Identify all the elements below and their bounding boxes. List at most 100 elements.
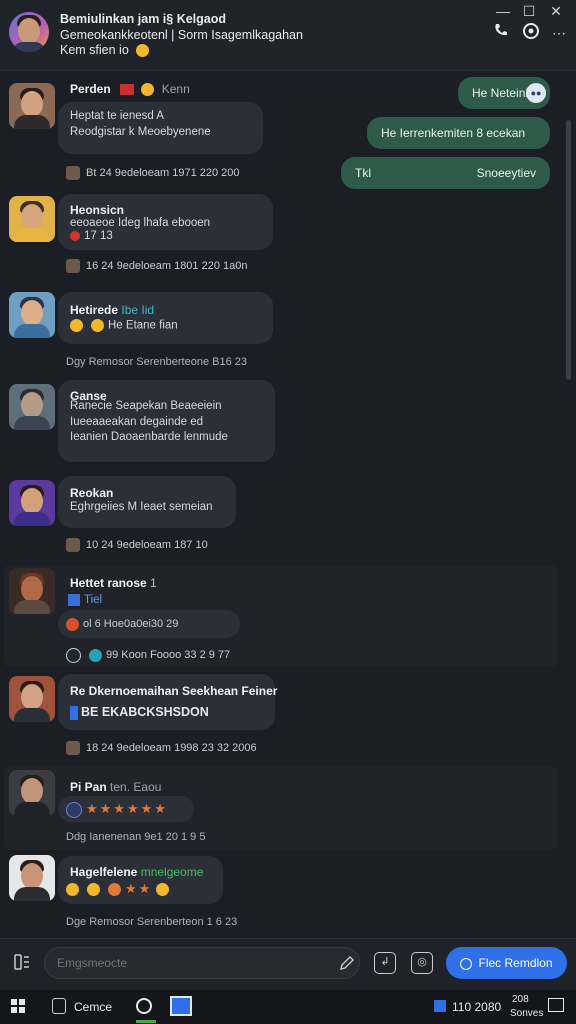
message-input[interactable] [44, 947, 360, 979]
meta-text: 16 24 9edeloeam 1801 220 1a0n [86, 260, 248, 272]
sender-name: Re Dkernoemaihan Seekhean Feiner [70, 684, 278, 698]
app-icon[interactable] [170, 996, 192, 1016]
avatar[interactable] [9, 480, 55, 526]
emoji-icon [136, 44, 150, 58]
avatar[interactable] [9, 770, 55, 816]
meta-text: 10 24 9edeloeam 187 10 [86, 539, 208, 551]
send-button[interactable]: Flec Remdlon [446, 947, 567, 979]
message-text: 17 13 [70, 230, 113, 242]
emoji-icon [70, 319, 83, 332]
star-icon: ★★ [125, 881, 153, 896]
message-text: Iueeaaeakan degainde ed [70, 416, 204, 428]
chat-status: Kem sfien io [60, 43, 153, 58]
avatar[interactable] [9, 855, 55, 901]
camera-icon[interactable]: ◎ [411, 952, 433, 974]
reaction-icon[interactable]: ●● [526, 83, 546, 103]
active-indicator [136, 1020, 156, 1023]
phone-icon[interactable] [490, 22, 512, 44]
sender-name: Heonsicn [70, 203, 125, 217]
message-sender: Pi Pan ten. Eaou [70, 780, 161, 794]
sender-tag: mnelgeome [140, 865, 204, 879]
message-sender: Hettet ranose 1 [70, 576, 157, 590]
meta-text: Bt 24 9edeloeam 1971 220 200 [86, 167, 240, 179]
emoji-icon [108, 883, 121, 897]
meta-text: 18 24 9edeloeam 1998 23 32 2006 [86, 742, 257, 754]
taskbar-app-label[interactable]: Cemce [74, 1000, 112, 1014]
chat-avatar[interactable] [9, 12, 49, 52]
chat-status-text: Kem sfien io [60, 43, 129, 57]
sender-tag: ten. Eaou [110, 780, 162, 794]
message-text: BE EKABCKSHSDON [70, 705, 209, 720]
emoji-icon [66, 883, 79, 897]
outgoing-text: Tkl [355, 166, 371, 180]
send-icon [460, 957, 473, 970]
message-bubble[interactable] [58, 674, 275, 730]
notification-icon[interactable] [548, 998, 564, 1012]
message-bubble[interactable] [58, 292, 273, 344]
attach-icon[interactable] [12, 952, 34, 974]
clock-time: 110 2080 [452, 1000, 502, 1014]
scrollbar[interactable] [566, 120, 571, 380]
system-message: Dge Remosor Serenberteon 1 6 23 [66, 916, 238, 928]
outgoing-message[interactable]: He Ierrenkemiten 8 ecekan [367, 117, 550, 149]
message-text: Ranecie Seapekan Beaeeiein [70, 400, 222, 412]
message-text-value: Tiel [84, 594, 103, 607]
outgoing-message[interactable]: Tkl Snoeeytiev [341, 157, 550, 189]
emoji-icon [87, 883, 100, 897]
thumbnail-icon [66, 166, 80, 181]
message-text-value: 17 13 [84, 230, 113, 242]
avatar[interactable] [9, 568, 55, 614]
globe-icon [66, 801, 82, 818]
video-icon[interactable] [520, 22, 542, 44]
thumbnail-icon [66, 259, 80, 274]
minimize-icon[interactable]: — [492, 0, 514, 22]
emoji-icon [91, 319, 104, 332]
avatar[interactable] [9, 196, 55, 242]
close-icon[interactable]: ✕ [545, 0, 567, 22]
more-icon[interactable]: ⋯ [548, 22, 570, 44]
emoji-icon [141, 83, 155, 97]
flag-icon [120, 84, 135, 96]
meta-text: ol 6 Hoe0a0ei30 29 [83, 618, 179, 630]
message-meta: 10 24 9edeloeam 187 10 [66, 535, 208, 555]
meta-text: 99 Koon Foooo 33 2 9 77 [106, 649, 231, 661]
sender-name: Hettet ranose [70, 576, 147, 590]
send-label: Flec Remdlon [478, 956, 553, 970]
share-icon [89, 648, 102, 662]
message-text-value: He Etane fian [108, 319, 178, 332]
tray-icon[interactable] [434, 1000, 446, 1012]
message-text: Reodgistar k Meoebyenene [70, 126, 211, 138]
sender-name: Hetirede [70, 303, 119, 317]
chat-subtitle: Gemeokankkeotenl | Sorm Isagemlkagahan [60, 28, 303, 42]
thumbnail-icon [66, 538, 80, 553]
maximize-icon[interactable]: ☐ [518, 0, 540, 22]
sender-tag: Ibe Iid [121, 303, 155, 317]
message-meta: 99 Koon Foooo 33 2 9 77 [66, 645, 230, 665]
outgoing-message[interactable]: He Neteinie ●● [458, 77, 550, 109]
chat-title: Bemiulinkan jam i§ Kelgaod [60, 12, 227, 26]
sender-name: Perden [70, 82, 111, 96]
image-icon [68, 594, 80, 606]
message-text: Ieanien Daoaenbarde lenmude [70, 431, 228, 443]
message-meta: Bt 24 9edeloeam 1971 220 200 [66, 163, 240, 183]
file-icon [70, 705, 78, 720]
message-meta: ol 6 Hoe0a0ei30 29 [66, 614, 178, 634]
message-text: eeoaeoe Ideg lhafa ebooen [70, 217, 211, 229]
avatar[interactable] [9, 384, 55, 430]
message-text: Eghrgeiies M Ieaet semeian [70, 501, 213, 513]
search-icon[interactable] [52, 998, 66, 1014]
browser-icon[interactable] [136, 998, 152, 1014]
upload-icon[interactable]: ↲ [374, 952, 396, 974]
avatar[interactable] [9, 292, 55, 338]
thumbnail-icon [66, 741, 80, 756]
message-meta: 18 24 9edeloeam 1998 23 32 2006 [66, 738, 257, 758]
message-sender: Perden Kenn [70, 82, 190, 97]
badge-icon [70, 230, 80, 241]
pen-icon[interactable] [338, 954, 356, 972]
avatar[interactable] [9, 676, 55, 722]
message-text: He Etane fian [70, 319, 178, 332]
message-sender: Hetirede Ibe Iid [70, 303, 154, 317]
windows-start-icon[interactable] [11, 999, 25, 1016]
message-text-value: BE EKABCKSHSDON [81, 705, 209, 719]
avatar[interactable] [9, 83, 55, 129]
